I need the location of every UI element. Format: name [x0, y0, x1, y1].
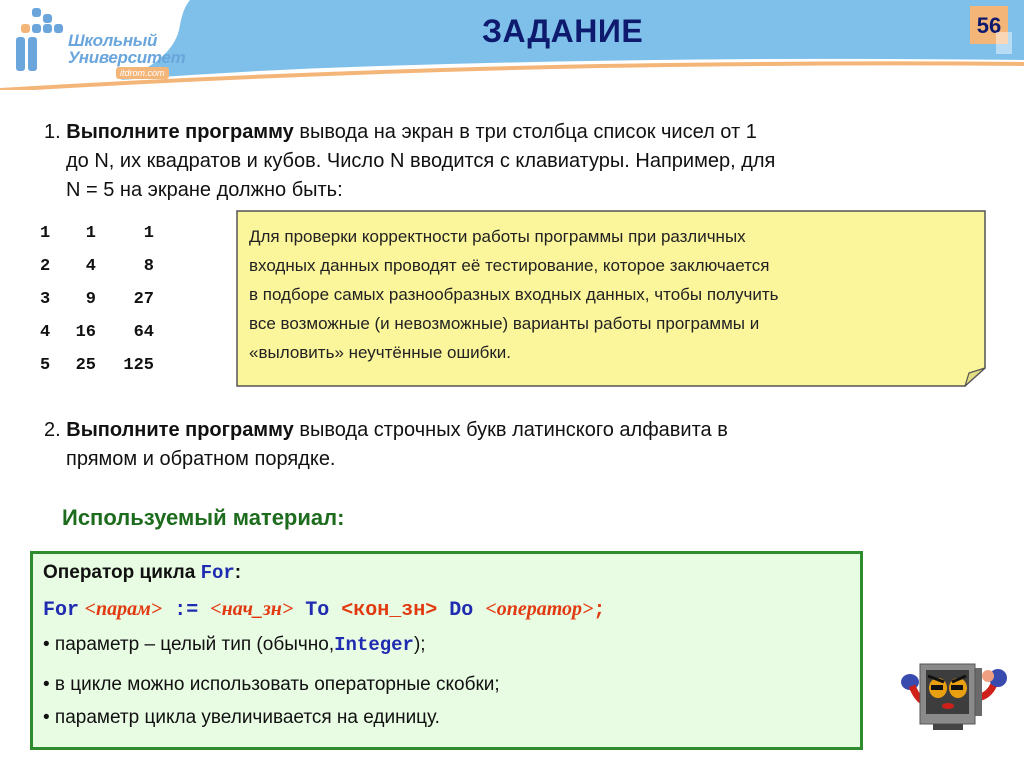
logo-text: Школьный Университет	[68, 31, 186, 67]
logo: Школьный Университет itdrom.com	[10, 4, 190, 84]
syntax-param: <парам>	[84, 598, 163, 620]
for-syntax: For <парам> := <нач_зн> To <кон_зн> Do <…	[43, 598, 605, 622]
material-title: Используемый материал:	[62, 505, 345, 530]
for-heading-keyword: For	[200, 562, 235, 584]
note-line: в подборе самых разнообразных входных да…	[249, 285, 779, 304]
logo-line1: Школьный	[68, 31, 158, 50]
task-1: 1. Выполните программу вывода на экран в…	[44, 118, 1004, 205]
task-1-line3: N = 5 на экране должно быть:	[66, 179, 343, 201]
bullet-3: • параметр цикла увеличивается на единиц…	[43, 707, 440, 728]
page-title: ЗАДАНИЕ	[482, 13, 644, 49]
output-square: 1	[85, 224, 96, 243]
testing-note: Для проверки корректности работы програм…	[236, 210, 986, 387]
for-heading-text: Оператор цикла	[43, 562, 201, 583]
note-text: Для проверки корректности работы програм…	[249, 222, 969, 367]
for-heading-colon: :	[234, 562, 242, 583]
task-1-line2: до N, их квадратов и кубов. Число N ввод…	[66, 150, 776, 172]
note-line: Для проверки корректности работы програм…	[249, 227, 746, 246]
syntax-to: To	[293, 599, 342, 622]
task-2-line2: прямом и обратном порядке.	[66, 448, 336, 470]
output-row: 1 1 1	[40, 217, 170, 250]
task-2-number: 2.	[44, 419, 61, 441]
syntax-start: <нач_зн>	[210, 598, 294, 620]
output-row: 2 4 8	[40, 250, 170, 283]
output-row: 4 16 64	[40, 316, 170, 349]
output-cube: 64	[133, 323, 154, 342]
for-loop-reference-box: Оператор цикла For: For <парам> := <нач_…	[30, 551, 863, 750]
output-row: 3 9 27	[40, 283, 170, 316]
syntax-assign: :=	[162, 599, 211, 622]
output-cube: 8	[143, 257, 154, 276]
bullet-1-text: • параметр – целый тип (обычно,	[43, 634, 335, 655]
task-2-bold: Выполните программу	[66, 419, 294, 441]
logo-line2: Университет	[68, 48, 186, 67]
output-square: 16	[75, 323, 96, 342]
syntax-semicolon: ;	[593, 599, 606, 622]
bullet-2: • в цикле можно использовать операторные…	[43, 674, 500, 695]
logo-url: itdrom.com	[116, 67, 169, 79]
syntax-end: <кон_зн>	[341, 599, 438, 622]
output-square: 9	[85, 290, 96, 309]
output-n: 1	[40, 224, 51, 243]
bullet-1-keyword: Integer	[334, 634, 414, 656]
output-cube: 125	[123, 356, 154, 375]
page-number-decoration	[996, 32, 1012, 54]
output-cube: 27	[133, 290, 154, 309]
bullet-1: • параметр – целый тип (обычно,Integer);	[43, 634, 426, 656]
computer-mascot-icon	[901, 663, 1007, 730]
output-n: 4	[40, 323, 51, 342]
note-line: «выловить» неучтённые ошибки.	[249, 343, 512, 362]
note-line: входных данных проводят её тестирование,…	[249, 256, 770, 275]
task-2: 2. Выполните программу вывода строчных б…	[44, 416, 1004, 474]
task-1-number: 1.	[44, 121, 61, 143]
output-square: 25	[75, 356, 96, 375]
output-cube: 1	[143, 224, 154, 243]
output-n: 5	[40, 356, 51, 375]
example-output-table: 1 1 1 2 4 8 3 9 27 4 16 64 5 25 125	[40, 217, 170, 382]
syntax-operator: <оператор>	[485, 598, 594, 620]
syntax-for: For	[43, 599, 80, 622]
note-line: все возможные (и невозможные) варианты р…	[249, 314, 760, 333]
task-1-line1: вывода на экран в три столбца список чис…	[293, 121, 757, 143]
output-square: 4	[85, 257, 96, 276]
for-heading: Оператор цикла For:	[43, 562, 241, 584]
output-n: 2	[40, 257, 51, 276]
output-n: 3	[40, 290, 51, 309]
syntax-do: Do	[437, 599, 486, 622]
output-row: 5 25 125	[40, 349, 170, 382]
task-2-line1: вывода строчных букв латинского алфавита…	[293, 419, 728, 441]
task-1-bold: Выполните программу	[66, 121, 294, 143]
bullet-1-end: );	[413, 634, 426, 655]
slide-header: Школьный Университет itdrom.com ЗАДАНИЕ …	[0, 0, 1024, 90]
